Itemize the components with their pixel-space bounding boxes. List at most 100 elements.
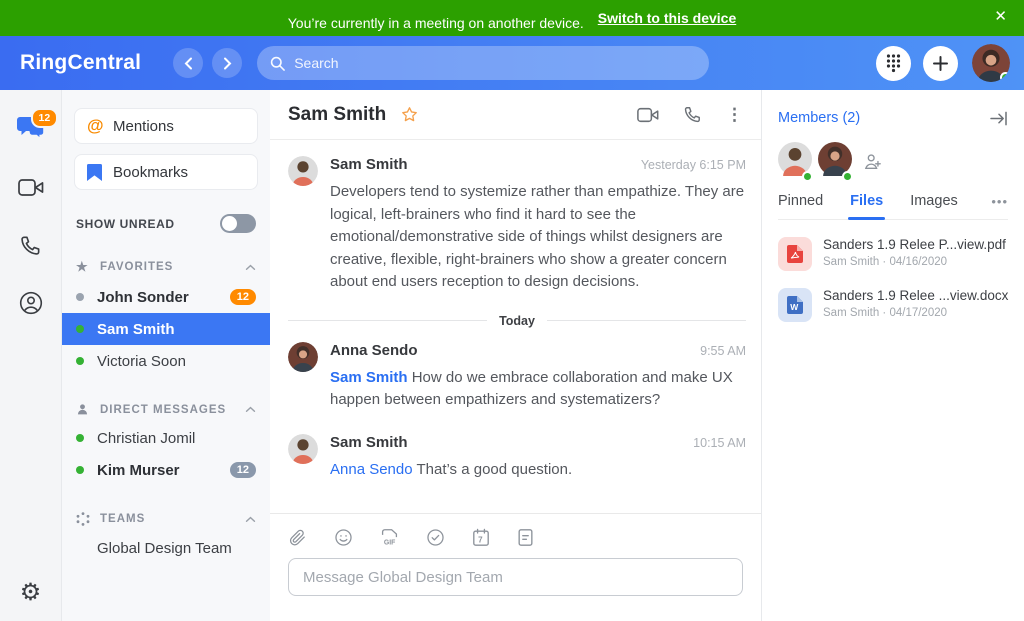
- dialpad-button[interactable]: [876, 46, 911, 81]
- teams-section-header[interactable]: TEAMS: [76, 512, 256, 526]
- add-member-button[interactable]: [864, 153, 882, 171]
- start-call-button[interactable]: [683, 105, 702, 124]
- tab-images[interactable]: Images: [910, 193, 958, 209]
- conversation-christian-jomil[interactable]: Christian Jomil: [62, 422, 270, 454]
- direct-messages-section-header[interactable]: DIRECT MESSAGES: [76, 403, 256, 416]
- presence-dot: [76, 325, 84, 333]
- gif-button[interactable]: GIF: [380, 528, 399, 547]
- svg-text:W: W: [790, 302, 799, 312]
- file-item[interactable]: W Sanders 1.9 Relee ...view.docx Sam Smi…: [778, 288, 1008, 322]
- mention-link[interactable]: Anna Sendo: [330, 461, 413, 478]
- file-meta: Sam Smith · 04/16/2020: [823, 256, 1006, 268]
- conversation-global-design-team[interactable]: Global Design Team: [62, 532, 270, 564]
- chevron-right-icon: [223, 57, 232, 70]
- tab-files[interactable]: Files: [850, 193, 883, 209]
- file-name: Sanders 1.9 Relee P...view.pdf: [823, 237, 1006, 252]
- tabs-more-button[interactable]: •••: [991, 194, 1008, 209]
- svg-text:7: 7: [478, 535, 483, 544]
- note-button[interactable]: [517, 528, 534, 547]
- start-video-button[interactable]: [637, 107, 659, 123]
- message-author: Sam Smith: [330, 434, 408, 451]
- favorite-star-button[interactable]: [400, 105, 419, 124]
- dm-title: DIRECT MESSAGES: [100, 404, 226, 416]
- dialpad-icon: [885, 53, 902, 73]
- members-link[interactable]: Members (2): [778, 110, 860, 126]
- message-time: 10:15 AM: [693, 436, 746, 450]
- new-actions-button[interactable]: [923, 46, 958, 81]
- message-input[interactable]: [303, 569, 728, 586]
- calendar-event-button[interactable]: 7: [472, 528, 490, 547]
- app-header: RingCentral: [0, 36, 1024, 90]
- conversation-victoria-soon[interactable]: Victoria Soon: [62, 345, 270, 377]
- star-outline-icon: [400, 105, 419, 124]
- conversation-sam-smith[interactable]: Sam Smith: [62, 313, 270, 345]
- pdf-file-icon: [787, 245, 803, 263]
- bookmark-icon: [87, 164, 102, 181]
- phone-icon: [19, 234, 42, 257]
- collapse-panel-button[interactable]: [989, 111, 1008, 126]
- rail-contacts-button[interactable]: [19, 290, 43, 316]
- profile-avatar[interactable]: [972, 44, 1010, 82]
- search-bar[interactable]: [257, 46, 709, 80]
- favorites-title: FAVORITES: [100, 261, 173, 273]
- note-icon: [517, 528, 534, 547]
- chevron-up-icon: [245, 264, 256, 271]
- phone-icon: [683, 105, 702, 124]
- person-add-icon: [864, 153, 882, 171]
- sidebar-item-mentions[interactable]: @ Mentions: [74, 108, 258, 144]
- message-text: Developers tend to systemize rather than…: [330, 181, 746, 294]
- emoji-button[interactable]: [334, 528, 353, 547]
- close-icon[interactable]: ✕: [994, 9, 1007, 24]
- show-unread-row: SHOW UNREAD: [76, 214, 256, 233]
- calendar-icon: 7: [472, 528, 490, 547]
- task-button[interactable]: [426, 528, 445, 547]
- conversation-john-sonder[interactable]: John Sonder 12: [62, 281, 270, 313]
- svg-text:GIF: GIF: [384, 539, 395, 546]
- search-input[interactable]: [294, 55, 696, 71]
- composer: GIF 7: [270, 513, 761, 621]
- avatar[interactable]: [288, 342, 318, 372]
- forward-button[interactable]: [212, 48, 242, 78]
- avatar[interactable]: [288, 434, 318, 464]
- date-divider: Today: [288, 314, 746, 328]
- rail-phone-button[interactable]: [19, 232, 42, 258]
- conversation-kim-murser[interactable]: Kim Murser 12: [62, 454, 270, 486]
- conversation-sidebar: @ Mentions Bookmarks SHOW UNREAD ★ FAVOR…: [62, 90, 270, 621]
- conversation-name: Victoria Soon: [97, 353, 186, 370]
- rail-messages-button[interactable]: 12: [17, 116, 45, 142]
- conversation-name: Kim Murser: [97, 462, 180, 479]
- check-circle-icon: [426, 528, 445, 547]
- presence-dot: [842, 171, 853, 182]
- sidebar-item-bookmarks[interactable]: Bookmarks: [74, 154, 258, 190]
- tab-pinned[interactable]: Pinned: [778, 193, 823, 209]
- presence-dot: [76, 434, 84, 442]
- star-icon: ★: [76, 259, 100, 275]
- file-item[interactable]: Sanders 1.9 Relee P...view.pdf Sam Smith…: [778, 237, 1008, 271]
- message-author: Sam Smith: [330, 156, 408, 173]
- brand-logo: RingCentral: [20, 51, 141, 75]
- smiley-icon: [334, 528, 353, 547]
- chevron-left-icon: [184, 57, 193, 70]
- message-input-box: [288, 558, 743, 596]
- mention-link[interactable]: Sam Smith: [330, 369, 408, 386]
- favorites-section-header[interactable]: ★ FAVORITES: [76, 259, 256, 275]
- show-unread-toggle[interactable]: [220, 214, 256, 233]
- attach-file-button[interactable]: [288, 528, 307, 547]
- avatar[interactable]: [288, 156, 318, 186]
- chevron-up-icon: [245, 516, 256, 523]
- more-options-button[interactable]: ⋮: [726, 105, 743, 125]
- message-author: Anna Sendo: [330, 342, 418, 359]
- rail-video-button[interactable]: [18, 174, 44, 200]
- chat-header: Sam Smith ⋮: [270, 90, 761, 140]
- settings-gear-icon[interactable]: ⚙: [20, 578, 42, 607]
- date-divider-label: Today: [499, 314, 535, 328]
- team-dots-icon: [76, 512, 90, 526]
- switch-device-link[interactable]: Switch to this device: [598, 10, 736, 26]
- presence-dot: [76, 293, 84, 301]
- conversation-name: Sam Smith: [97, 321, 175, 338]
- at-mention-icon: @: [87, 116, 104, 136]
- details-panel: Members (2) Pinned: [762, 90, 1024, 621]
- message: Anna Sendo 9:55 AM Sam Smith How do we e…: [288, 342, 746, 412]
- mentions-label: Mentions: [113, 118, 174, 135]
- back-button[interactable]: [173, 48, 203, 78]
